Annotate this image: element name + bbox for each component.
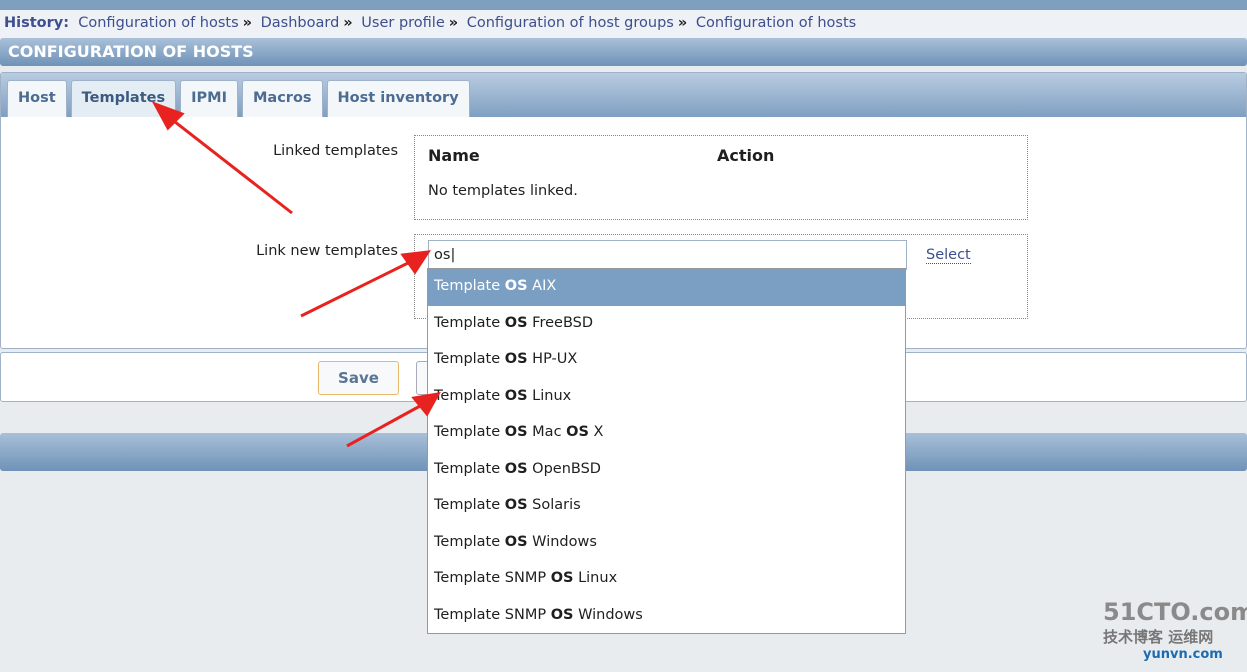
- wm-text: 运维网: [1168, 628, 1214, 646]
- wm-text: yunvn.com: [1143, 647, 1223, 662]
- arrow-line: [300, 260, 411, 318]
- arrow-line: [169, 116, 293, 215]
- watermark-logo: 51CTO.com 技术博客 运维网 yunvn.com: [1103, 598, 1247, 662]
- annotation-arrows: [151, 101, 441, 448]
- arrow-head: [400, 250, 432, 275]
- arrow-line: [346, 404, 421, 448]
- arrow-head: [411, 392, 441, 417]
- wm-text: 技术博客: [1103, 628, 1164, 646]
- wm-text: 51CTO.com: [1103, 598, 1247, 626]
